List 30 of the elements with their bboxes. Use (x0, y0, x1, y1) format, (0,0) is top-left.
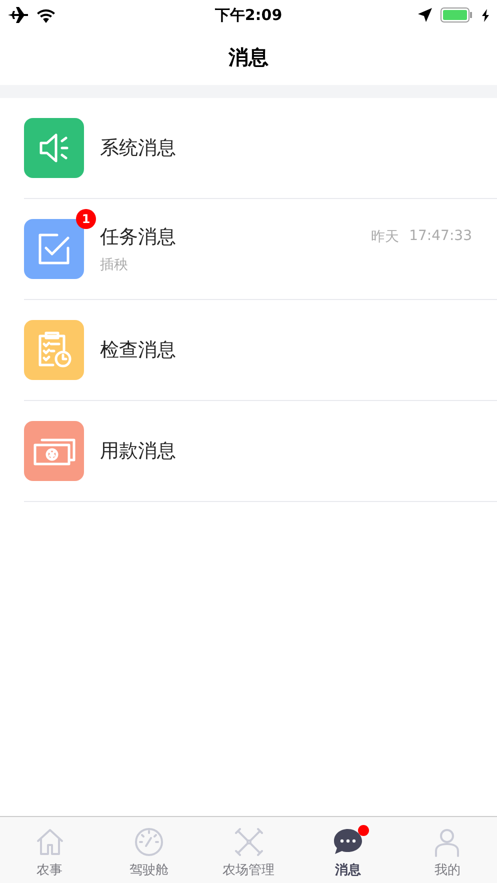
chat-bubble-icon (332, 827, 363, 857)
tab-bar-item[interactable]: 农场管理 (198, 817, 298, 883)
airplane-icon (8, 7, 28, 23)
tab-bar-item[interactable]: 驾驶舱 (99, 817, 199, 883)
message-day: 昨天 (371, 228, 400, 246)
wifi-icon (36, 8, 56, 22)
checkbox-icon (37, 232, 71, 266)
message-row[interactable]: 1 任务消息 昨天 17:47:33 插秧 (24, 199, 497, 300)
message-title: 任务消息 (100, 225, 176, 250)
message-row[interactable]: 用款消息 (24, 401, 497, 502)
location-arrow-icon (418, 8, 432, 22)
message-time: 17:47:33 (409, 228, 472, 246)
tab-bar-item[interactable]: 我的 (398, 817, 497, 883)
message-preview: 插秧 (100, 256, 129, 274)
tab-bar-item[interactable]: 农事 (0, 817, 100, 883)
gauge-icon (134, 827, 164, 857)
charging-bolt-icon (482, 8, 489, 22)
status-time: 下午2:09 (214, 6, 282, 24)
message-row[interactable]: 系统消息 (24, 98, 497, 199)
unread-count: 1 (76, 209, 96, 229)
home-icon (34, 827, 65, 857)
message-title: 检查消息 (100, 338, 176, 363)
message-title: 用款消息 (100, 439, 176, 464)
speaker-icon (37, 131, 71, 165)
tab-bar-item[interactable]: 消息 (298, 817, 398, 883)
message-row[interactable]: 检查消息 (24, 300, 497, 401)
battery-icon (440, 7, 474, 23)
crossed-tools-icon (234, 827, 264, 857)
message-title: 系统消息 (100, 136, 176, 161)
page-title: 消息 (228, 44, 268, 71)
